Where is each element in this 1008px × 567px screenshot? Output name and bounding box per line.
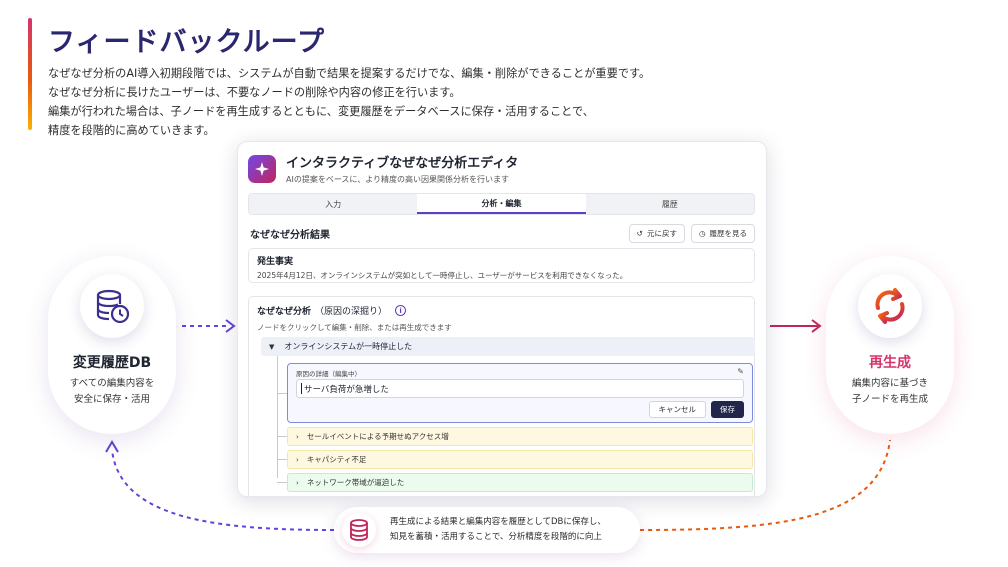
text-caret — [301, 383, 302, 394]
tree-connector — [277, 482, 287, 483]
regenerate-desc-line: 編集内容に基づき — [851, 378, 928, 389]
regenerate-cycle-icon — [858, 274, 922, 338]
node-edit-box: 原因の詳細（編集中） ✎ サーバ負荷が急増した キャンセル 保存 — [287, 363, 753, 423]
why-analysis-panel: なぜなぜ分析 （原因の深掘り） i ノードをクリックして編集・削除、または再生成… — [248, 296, 755, 496]
results-header: なぜなぜ分析結果 ↺ 元に戻す ◷ 履歴を見る — [250, 223, 755, 243]
results-title: なぜなぜ分析結果 — [250, 229, 330, 241]
tree-connector — [277, 436, 287, 437]
accent-bar — [28, 18, 32, 130]
history-db-desc-line: すべての編集内容を — [69, 378, 155, 389]
editor-tabs: 入力 分析・編集 履歴 — [248, 193, 755, 215]
chevron-right-icon[interactable]: › — [296, 479, 299, 487]
sparkle-icon — [248, 154, 276, 183]
feedback-banner: 再生成による結果と編集内容を履歴としてDBに保存し、 知見を蓄積・活用することで… — [334, 507, 640, 553]
history-db-title: 変更履歴DB — [72, 355, 152, 371]
history-db-desc-line: 安全に保存・活用 — [73, 394, 150, 405]
edit-label: 原因の詳細（編集中） — [296, 370, 361, 378]
page-title: フィードバックループ — [48, 27, 326, 58]
banner-text: 再生成による結果と編集内容を履歴としてDBに保存し、 知見を蓄積・活用することで… — [390, 515, 606, 545]
child-node-label: セールイベントによる予期せぬアクセス増 — [306, 432, 449, 441]
undo-icon: ↺ — [636, 228, 643, 238]
why-heading: なぜなぜ分析 — [257, 307, 312, 317]
node-edit-value: サーバ負荷が急増した — [304, 384, 389, 395]
fact-text: 2025年4月12日、オンラインシステムが突如として一時停止し、ユーザーがサービ… — [257, 271, 628, 280]
intro-line: なぜなぜ分析に長けたユーザーは、不要なノードの削除や内容の修正を行います。 — [48, 86, 461, 99]
root-node[interactable]: ▼ オンラインシステムが一時停止した — [261, 337, 755, 356]
undo-button[interactable]: ↺ 元に戻す — [628, 223, 685, 243]
why-heading-row: なぜなぜ分析 （原因の深掘り） i — [257, 304, 407, 317]
chevron-down-icon[interactable]: ▼ — [269, 343, 274, 351]
tab-analysis-edit[interactable]: 分析・編集 — [417, 194, 586, 214]
tab-input[interactable]: 入力 — [249, 194, 417, 214]
undo-label: 元に戻す — [646, 228, 677, 238]
view-history-button[interactable]: ◷ 履歴を見る — [690, 223, 755, 243]
child-node[interactable]: › キャパシティ不足 — [287, 450, 753, 469]
root-node-label: オンラインシステムが一時停止した — [284, 342, 413, 351]
fact-heading: 発生事実 — [257, 257, 294, 267]
regenerate-desc: 編集内容に基づき 子ノードを再生成 — [826, 376, 954, 408]
database-clock-icon — [80, 274, 144, 338]
chevron-right-icon[interactable]: › — [296, 456, 299, 464]
child-node-label: キャパシティ不足 — [306, 455, 367, 464]
why-note: ノードをクリックして編集・削除、または再生成できます — [257, 323, 452, 332]
loop-left-head — [105, 440, 119, 453]
tree-connector — [277, 393, 287, 394]
regenerate-card: 再生成 編集内容に基づき 子ノードを再生成 — [826, 256, 954, 434]
regenerate-title: 再生成 — [869, 355, 911, 371]
arrow-head-db-to-editor — [225, 319, 236, 333]
regenerate-desc-line: 子ノードを再生成 — [851, 394, 928, 405]
editor-header: インタラクティブなぜなぜ分析エディタ AIの提案をベースに、より精度の高い因果関… — [248, 152, 518, 185]
arrow-head-editor-to-regen — [811, 319, 822, 333]
node-edit-input[interactable]: サーバ負荷が急増した — [296, 379, 744, 398]
tab-history[interactable]: 履歴 — [586, 194, 754, 214]
intro-line: 精度を段階的に高めていきます。 — [48, 124, 215, 137]
editor-title: インタラクティブなぜなぜ分析エディタ — [286, 156, 519, 171]
child-node[interactable]: › セールイベントによる予期せぬアクセス増 — [287, 427, 753, 446]
intro-line: 編集が行われた場合は、子ノードを再生成するとともに、変更履歴をデータベースに保存… — [48, 105, 594, 118]
info-icon[interactable]: i — [395, 305, 407, 316]
child-node-label: ネットワーク帯域が逼迫した — [306, 478, 405, 487]
save-button[interactable]: 保存 — [711, 401, 744, 418]
view-history-label: 履歴を見る — [709, 228, 748, 238]
cancel-button[interactable]: キャンセル — [648, 401, 706, 418]
history-db-desc: すべての編集内容を 安全に保存・活用 — [48, 376, 176, 408]
database-icon — [342, 513, 376, 547]
intro-line: なぜなぜ分析のAI導入初期段階では、システムが自動で結果を提案するだけでな、編集… — [48, 67, 651, 80]
fact-card: 発生事実 2025年4月12日、オンラインシステムが突如として一時停止し、ユーザ… — [248, 248, 755, 283]
editor-window: インタラクティブなぜなぜ分析エディタ AIの提案をベースに、より精度の高い因果関… — [237, 141, 767, 497]
why-heading-sub: （原因の深掘り） — [315, 307, 388, 317]
banner-line: 知見を蓄積・活用することで、分析精度を段階的に向上 — [390, 532, 602, 542]
tree-connector — [277, 459, 287, 460]
pencil-icon[interactable]: ✎ — [737, 367, 744, 376]
child-node[interactable]: › ネットワーク帯域が逼迫した — [287, 473, 753, 492]
chevron-right-icon[interactable]: › — [296, 433, 299, 441]
history-db-card: 変更履歴DB すべての編集内容を 安全に保存・活用 — [48, 256, 176, 434]
intro-text: なぜなぜ分析のAI導入初期段階では、システムが自動で結果を提案するだけでな、編集… — [48, 64, 688, 140]
clock-icon: ◷ — [698, 228, 706, 238]
banner-line: 再生成による結果と編集内容を履歴としてDBに保存し、 — [390, 517, 606, 527]
editor-subtitle: AIの提案をベースに、より精度の高い因果関係分析を行います — [286, 175, 510, 184]
